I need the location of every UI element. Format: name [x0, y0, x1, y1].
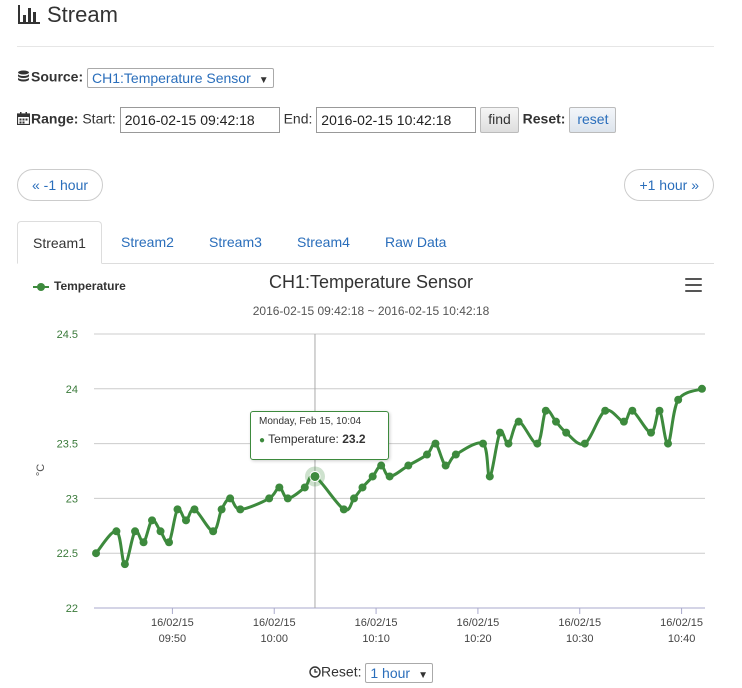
reset-interval-value: 1 hour	[370, 665, 411, 681]
data-point	[504, 439, 513, 448]
data-point	[562, 428, 571, 437]
hover-point	[309, 470, 321, 482]
data-point	[697, 384, 706, 393]
x-tick-label-date: 16/02/15	[253, 617, 296, 629]
data-point	[265, 494, 274, 503]
tooltip-value: 23.2	[342, 432, 366, 446]
x-tick-label-date: 16/02/15	[151, 617, 194, 629]
data-point	[190, 505, 199, 514]
data-point	[377, 461, 386, 470]
legend-marker	[33, 282, 49, 291]
data-point	[92, 549, 101, 558]
data-point	[619, 417, 628, 426]
data-point	[139, 538, 148, 547]
data-point	[674, 395, 683, 404]
tooltip-line: ● Temperature: 23.2	[259, 432, 380, 446]
x-tick-label-time: 10:40	[668, 633, 696, 645]
data-point	[541, 406, 550, 415]
temperature-chart: 22 22.5 23 23.5 24 24.5 16/02/15 09:50 16/02/15 1…	[35, 329, 706, 645]
x-tick-label-time: 10:20	[464, 633, 492, 645]
legend-label: Temperature	[54, 279, 126, 293]
x-tick-label-time: 10:10	[362, 633, 390, 645]
data-point	[601, 406, 610, 415]
x-tick-label-date: 16/02/15	[558, 617, 601, 629]
data-point	[441, 461, 450, 470]
data-point	[236, 505, 245, 514]
x-tick-label-time: 10:00	[260, 633, 288, 645]
temperature-series-line	[94, 387, 703, 566]
data-point	[156, 527, 165, 536]
data-point	[173, 505, 182, 514]
data-point	[495, 428, 504, 437]
data-point	[181, 516, 190, 525]
data-point	[350, 494, 359, 503]
data-point	[120, 560, 129, 569]
data-point	[275, 483, 284, 492]
data-point	[300, 483, 309, 492]
data-point	[551, 417, 560, 426]
data-point	[385, 472, 394, 481]
tooltip-series: Temperature:	[268, 432, 339, 446]
y-tick-label: 22.5	[57, 548, 78, 560]
data-point	[283, 494, 292, 503]
reset-interval-select[interactable]: 1 hour ▼	[365, 663, 433, 683]
x-tick-label-date: 16/02/15	[355, 617, 398, 629]
data-point	[655, 406, 664, 415]
data-point	[217, 505, 226, 514]
data-point	[368, 472, 377, 481]
tooltip-dot-icon: ●	[259, 435, 266, 446]
data-point	[339, 505, 348, 514]
clock-icon	[309, 666, 321, 678]
chart-menu-icon[interactable]	[685, 278, 702, 292]
data-point	[422, 450, 431, 459]
data-point	[226, 494, 235, 503]
y-tick-label: 22	[66, 603, 78, 615]
data-point	[209, 527, 218, 536]
chart-tooltip: Monday, Feb 15, 10:04 ● Temperature: 23.…	[250, 411, 389, 460]
data-point	[533, 439, 542, 448]
data-point	[664, 439, 673, 448]
chart-legend-item[interactable]: Temperature	[33, 279, 126, 293]
tooltip-date: Monday, Feb 15, 10:04	[259, 416, 362, 427]
data-point	[148, 516, 157, 525]
y-tick-label: 23	[66, 493, 78, 505]
footer-reset-label: Reset:	[321, 663, 362, 680]
data-point	[451, 450, 460, 459]
data-point	[165, 538, 174, 547]
x-tick-label-date: 16/02/15	[660, 617, 703, 629]
data-point	[485, 472, 494, 481]
y-axis-label: °C	[35, 464, 47, 476]
data-point	[131, 527, 140, 536]
chart-subtitle: 2016-02-15 09:42:18 ~ 2016-02-15 10:42:1…	[252, 304, 490, 318]
data-point	[580, 439, 589, 448]
data-point	[404, 461, 413, 470]
data-point	[479, 439, 488, 448]
data-point	[431, 439, 440, 448]
y-tick-label: 23.5	[57, 439, 78, 451]
x-tick-label-time: 10:30	[566, 633, 594, 645]
y-tick-label: 24	[66, 384, 78, 396]
data-point	[112, 527, 121, 536]
data-point	[628, 406, 637, 415]
footer-reset-row: Reset: 1 hour ▼	[0, 663, 742, 683]
chevron-down-icon: ▼	[418, 670, 428, 681]
data-point	[358, 483, 367, 492]
x-tick-label-time: 09:50	[159, 633, 187, 645]
y-tick-label: 24.5	[57, 329, 78, 341]
data-point	[514, 417, 523, 426]
x-tick-label-date: 16/02/15	[456, 617, 499, 629]
data-point	[647, 428, 656, 437]
